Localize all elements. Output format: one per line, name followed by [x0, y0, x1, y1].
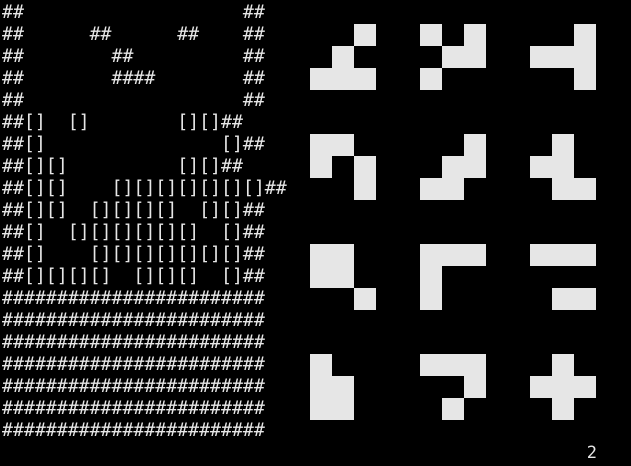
piece-cell [552, 244, 574, 266]
piece-cell [332, 68, 354, 90]
piece-cell [420, 354, 442, 376]
piece-cell [332, 266, 354, 288]
piece-3[interactable] [530, 24, 596, 90]
piece-cell [464, 376, 486, 398]
board-row: ## ## ## [2, 46, 265, 67]
piece-cell [310, 156, 332, 178]
piece-cell [420, 266, 442, 288]
piece-cell [310, 68, 332, 90]
board-row: ##[][][][] [][][] []## [2, 266, 265, 287]
piece-cell [552, 354, 574, 376]
piece-cell [332, 376, 354, 398]
piece-5[interactable] [420, 134, 486, 200]
piece-cell [420, 68, 442, 90]
piece-cell [530, 46, 552, 68]
piece-9[interactable] [530, 244, 596, 310]
board-row: ##[][] [][][][][][][]## [2, 178, 287, 199]
piece-cell [464, 134, 486, 156]
board-row: ## ## [2, 90, 265, 111]
piece-cell [354, 178, 376, 200]
piece-cell [442, 354, 464, 376]
piece-cell [420, 288, 442, 310]
piece-cell [420, 24, 442, 46]
piece-cell [530, 156, 552, 178]
piece-cell [310, 376, 332, 398]
score-counter: 2 [586, 443, 597, 463]
piece-cell [530, 244, 552, 266]
piece-cell [354, 24, 376, 46]
piece-cell [332, 398, 354, 420]
piece-cell [354, 68, 376, 90]
piece-cell [574, 178, 596, 200]
board-row: ## ## ## ## [2, 24, 265, 45]
board-row: ##[] [] [][]## [2, 112, 243, 133]
piece-cell [464, 156, 486, 178]
piece-cell [442, 244, 464, 266]
board-row: ######################## [2, 310, 265, 331]
board-row: ##[][] [][]## [2, 156, 243, 177]
piece-cell [310, 266, 332, 288]
board-row: ######################## [2, 420, 265, 441]
board-row: ##[] [][][][][][][]## [2, 244, 265, 265]
piece-cell [332, 46, 354, 68]
piece-cell [552, 288, 574, 310]
game-screen: ## ## ## ## ## ## ## ## ## ## #### ## ## ## #… [0, 0, 631, 466]
piece-10[interactable] [310, 354, 376, 420]
piece-cell [574, 376, 596, 398]
piece-cell [464, 46, 486, 68]
piece-cell [420, 244, 442, 266]
piece-12[interactable] [530, 354, 596, 420]
piece-cell [332, 244, 354, 266]
board-row: ## #### ## [2, 68, 265, 89]
piece-cell [574, 288, 596, 310]
piece-cell [574, 68, 596, 90]
piece-cell [552, 178, 574, 200]
piece-cell [464, 354, 486, 376]
piece-cell [442, 46, 464, 68]
piece-cell [332, 134, 354, 156]
board-row: ##[] [][][][][][] []## [2, 222, 265, 243]
piece-1[interactable] [310, 24, 376, 90]
board-row: ######################## [2, 376, 265, 397]
piece-6[interactable] [530, 134, 596, 200]
board-row: ######################## [2, 332, 265, 353]
piece-cell [464, 24, 486, 46]
board-row: ######################## [2, 398, 265, 419]
board-row: ##[] []## [2, 134, 265, 155]
piece-4[interactable] [310, 134, 376, 200]
piece-cell [552, 134, 574, 156]
piece-cell [310, 398, 332, 420]
board-row: ##[][] [][][][] [][]## [2, 200, 265, 221]
piece-cell [310, 134, 332, 156]
piece-cell [530, 376, 552, 398]
piece-cell [574, 244, 596, 266]
piece-cell [442, 178, 464, 200]
piece-cell [552, 46, 574, 68]
piece-cell [442, 156, 464, 178]
piece-cell [552, 156, 574, 178]
game-board: ## ## ## ## ## ## ## ## ## ## #### ## ## ## #… [2, 2, 287, 442]
piece-cell [574, 24, 596, 46]
piece-8[interactable] [420, 244, 486, 310]
piece-cell [552, 376, 574, 398]
piece-cell [310, 354, 332, 376]
piece-cell [420, 178, 442, 200]
piece-cell [442, 398, 464, 420]
board-row: ######################## [2, 354, 265, 375]
board-row: ## ## [2, 2, 265, 23]
piece-7[interactable] [310, 244, 376, 310]
piece-2[interactable] [420, 24, 486, 90]
piece-cell [310, 244, 332, 266]
piece-cell [464, 244, 486, 266]
piece-11[interactable] [420, 354, 486, 420]
piece-cell [552, 398, 574, 420]
piece-cell [574, 46, 596, 68]
piece-cell [354, 288, 376, 310]
piece-cell [354, 156, 376, 178]
board-row: ######################## [2, 288, 265, 309]
